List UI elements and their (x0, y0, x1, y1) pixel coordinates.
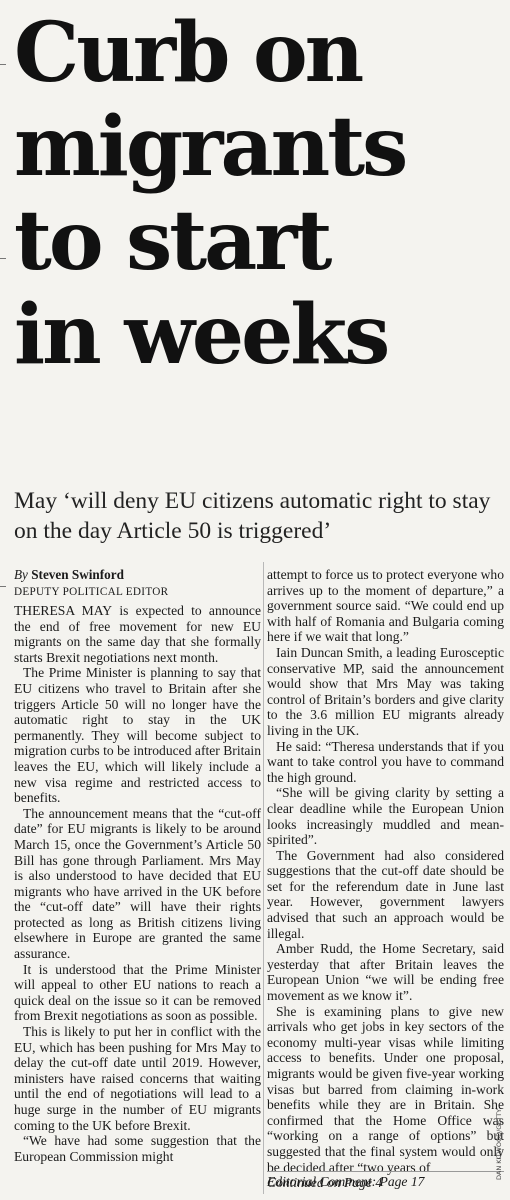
byline: By Steven Swinford (14, 567, 261, 582)
margin-tick (0, 64, 6, 65)
headline-line: in weeks (14, 287, 390, 383)
photo-credit: DAN KITWOOD/GETTY (495, 1108, 503, 1180)
article-paragraph: The announcement means that the “cut-off… (14, 805, 261, 962)
headline-line: migrants (14, 99, 408, 195)
article-paragraph: attempt to force us to protect everyone … (267, 567, 504, 645)
article-paragraph: Amber Rudd, the Home Secretary, said yes… (267, 941, 504, 1004)
standfirst: May ‘will deny EU citizens automatic rig… (14, 488, 491, 544)
margin-tick (0, 258, 6, 259)
column-divider (263, 562, 264, 1194)
margin-tick (0, 586, 6, 587)
article-paragraph: “She will be giving clarity by setting a… (267, 785, 504, 848)
author-role: DEPUTY POLITICAL EDITOR (14, 586, 169, 598)
headline: Curb on migrants to start in weeks (14, 6, 504, 382)
article-paragraph: “We have had some suggestion that the Eu… (14, 1133, 261, 1164)
lead-paragraph: THERESA MAY is expected to announce the … (14, 603, 261, 665)
editorial-comment-ref[interactable]: Editorial Comment: Page 17 (267, 1174, 424, 1190)
headline-line: to start (14, 193, 332, 289)
byline-prefix: By (14, 567, 28, 582)
article-paragraph: She is examining plans to give new arriv… (267, 1003, 504, 1175)
article-column-2: attempt to force us to protect everyone … (267, 567, 504, 1191)
article-paragraph: The Prime Minister is planning to say th… (14, 665, 261, 806)
article-paragraph: He said: “Theresa understands that if yo… (267, 738, 504, 785)
article-paragraph: It is understood that the Prime Minister… (14, 961, 261, 1024)
article-paragraph: This is likely to put her in conflict wi… (14, 1024, 261, 1133)
lead-caps: THERESA MAY (14, 603, 113, 618)
author-name: Steven Swinford (31, 567, 124, 582)
headline-line: Curb on (14, 5, 364, 101)
footer-rule (267, 1171, 504, 1172)
article-paragraph: The Government had also considered sugge… (267, 847, 504, 941)
article-column-1: By Steven Swinford DEPUTY POLITICAL EDIT… (14, 567, 261, 1164)
article-paragraph: Iain Duncan Smith, a leading Eurosceptic… (267, 644, 504, 738)
